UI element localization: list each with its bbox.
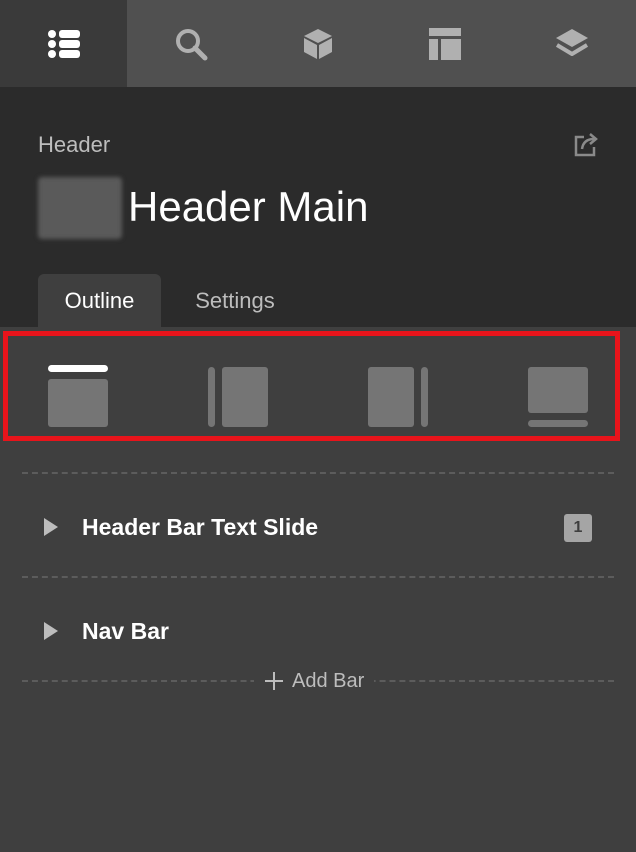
count-badge: 1: [564, 514, 592, 542]
outline-tool-button[interactable]: [0, 0, 128, 87]
add-bar-button[interactable]: Add Bar: [254, 666, 375, 696]
elements-tool-button[interactable]: [254, 0, 381, 87]
header-thumbnail: [38, 177, 122, 239]
sidebar-right-layout-icon[interactable]: [366, 363, 430, 429]
top-toolbar: [0, 0, 636, 87]
footer-bottom-layout-icon[interactable]: [526, 363, 590, 429]
section-label: Header: [38, 132, 111, 157]
add-bar-label: Add Bar: [292, 669, 365, 692]
tab-settings[interactable]: Settings: [174, 274, 296, 327]
plus-icon: [265, 672, 283, 690]
cube-icon: [303, 28, 332, 59]
layers-icon: [556, 28, 589, 56]
header-panel: Header Header Main Outline Settings: [0, 87, 636, 327]
search-tool-button[interactable]: [127, 0, 254, 87]
layers-tool-button[interactable]: [509, 0, 636, 87]
divider: [22, 576, 614, 578]
header-top-layout-icon[interactable]: [46, 363, 110, 429]
list-item-nav-bar[interactable]: Nav Bar: [0, 606, 636, 656]
page-title: Header Main: [128, 183, 369, 230]
list-icon: [47, 29, 80, 58]
export-icon[interactable]: [572, 131, 600, 159]
layout-selector: [0, 327, 636, 447]
divider: [22, 472, 614, 474]
list-item-header-bar-text-slide[interactable]: Header Bar Text Slide 1: [0, 502, 636, 552]
bar-label: Nav Bar: [82, 618, 169, 644]
sidebar-left-layout-icon[interactable]: [206, 363, 270, 429]
layout-tool-button[interactable]: [382, 0, 509, 87]
expand-arrow-icon[interactable]: [44, 622, 58, 640]
tab-outline[interactable]: Outline: [38, 274, 161, 327]
layout-icon: [429, 27, 462, 60]
bar-label: Header Bar Text Slide: [82, 514, 319, 540]
search-icon: [175, 28, 208, 60]
expand-arrow-icon[interactable]: [44, 518, 58, 536]
